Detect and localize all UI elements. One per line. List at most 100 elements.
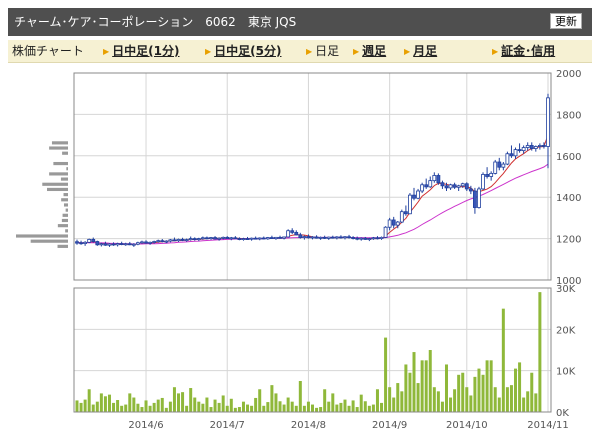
- candle: [440, 180, 445, 189]
- candle-body: [334, 236, 339, 239]
- candle-body: [330, 236, 335, 239]
- candle: [424, 178, 429, 189]
- volume-bar: [148, 405, 152, 412]
- volume-bar: [493, 387, 497, 412]
- volume-bar: [436, 391, 440, 412]
- candle-body: [253, 237, 258, 240]
- candle: [509, 145, 514, 158]
- date-tick-label: 2014/8: [291, 420, 326, 431]
- candle: [265, 236, 270, 240]
- volume-bar: [323, 389, 327, 412]
- arrow-right-icon: ▶: [306, 47, 313, 56]
- volume-bar: [319, 407, 323, 412]
- candle-body: [383, 226, 388, 238]
- profile-bar: [57, 244, 68, 248]
- volume-bar: [181, 392, 185, 412]
- candle-body: [148, 241, 152, 244]
- volume-bar: [132, 397, 136, 412]
- candle: [513, 147, 518, 159]
- candle-body: [403, 211, 408, 215]
- price-tick-label: 1200: [556, 235, 581, 246]
- candle-body: [473, 190, 477, 208]
- nav-weekly[interactable]: ▶ 週足: [353, 44, 386, 59]
- volume-bar: [420, 360, 424, 412]
- candle-body: [399, 211, 404, 223]
- volume-bar: [278, 401, 282, 412]
- volume-bar: [95, 401, 99, 412]
- candle: [533, 145, 538, 152]
- volume-bar: [461, 372, 465, 412]
- candle-body: [525, 145, 530, 148]
- volume-bar: [489, 360, 493, 412]
- volume-bar: [185, 405, 189, 412]
- nav-margin[interactable]: ▶ 証金･信用: [492, 44, 555, 59]
- volume-bar: [509, 385, 513, 412]
- candle-body: [172, 239, 177, 242]
- candle-body: [302, 236, 307, 238]
- candle: [87, 238, 92, 244]
- price-tick-label: 1400: [556, 193, 581, 204]
- candle-body: [164, 240, 169, 243]
- volume-bar: [237, 407, 241, 412]
- candle: [172, 237, 177, 242]
- volume-bar: [469, 395, 473, 412]
- profile-bar: [61, 198, 68, 202]
- volume-bar: [225, 405, 229, 412]
- candle: [75, 239, 79, 245]
- volume-bar: [335, 404, 339, 412]
- candle-body: [452, 184, 457, 188]
- candle: [387, 217, 392, 231]
- candle-body: [379, 236, 384, 240]
- candle-body: [192, 238, 197, 241]
- candle: [477, 186, 481, 209]
- volume-bar: [270, 385, 274, 412]
- candle-body: [282, 236, 286, 239]
- candle-body: [160, 240, 165, 243]
- candle-body: [468, 188, 473, 192]
- candle: [359, 237, 364, 241]
- candle-body: [355, 237, 360, 240]
- profile-bar: [66, 167, 68, 171]
- volume-bar: [160, 397, 164, 412]
- candle: [383, 226, 388, 238]
- candle-body: [229, 237, 234, 240]
- candle: [274, 236, 278, 240]
- volume-bar: [453, 389, 457, 412]
- candle-body: [306, 236, 311, 239]
- candle-body: [75, 241, 79, 244]
- volume-bar: [83, 399, 87, 412]
- volume-tick-label: 0K: [556, 408, 569, 419]
- volume-bar: [302, 405, 306, 412]
- arrow-right-icon: ▶: [103, 47, 110, 56]
- volume-bar: [306, 401, 310, 412]
- volume-bar: [505, 387, 509, 412]
- volume-bar: [266, 402, 270, 412]
- candle: [257, 237, 262, 241]
- refresh-button[interactable]: 更新: [550, 13, 582, 29]
- date-tick-label: 2014/6: [128, 420, 163, 431]
- volume-bar: [144, 400, 148, 412]
- volume-bar: [99, 393, 103, 412]
- volume-tick-label: 10K: [556, 367, 576, 378]
- candle-body: [217, 237, 222, 240]
- volume-bar: [485, 360, 489, 412]
- candle: [326, 236, 331, 240]
- nav-intraday-1min[interactable]: ▶ 日中足(1分): [103, 44, 179, 59]
- nav-intraday-5min[interactable]: ▶ 日中足(5分): [205, 44, 281, 59]
- candle-body: [83, 241, 88, 244]
- volume-bar: [331, 393, 335, 412]
- candle: [481, 172, 485, 190]
- volume-bar: [380, 402, 384, 412]
- candle: [436, 173, 441, 185]
- volume-bar: [107, 394, 111, 412]
- date-tick-label: 2014/10: [446, 420, 488, 431]
- candle-body: [257, 237, 262, 240]
- volume-bar: [282, 404, 286, 412]
- candle-body: [477, 188, 481, 208]
- volume-bar: [79, 402, 83, 412]
- candle: [464, 182, 469, 191]
- candle: [107, 243, 112, 247]
- candle-body: [326, 236, 331, 239]
- candle: [322, 235, 327, 240]
- nav-monthly[interactable]: ▶ 月足: [404, 44, 437, 59]
